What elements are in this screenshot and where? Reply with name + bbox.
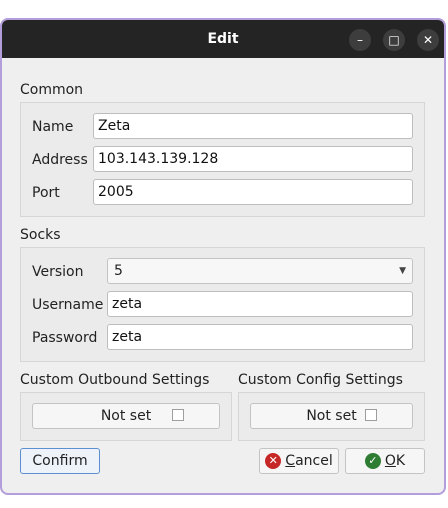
name-field[interactable] (93, 113, 413, 139)
ok-label-mnemonic: O (384, 453, 396, 469)
cancel-icon: ✕ (265, 453, 282, 469)
config-settings-label: Not set (306, 408, 357, 424)
outbound-settings-button[interactable]: Not set (32, 403, 220, 429)
outbound-section-title: Custom Outbound Settings (20, 372, 210, 388)
confirm-label: Confirm (32, 453, 88, 469)
password-label: Password (32, 330, 98, 346)
socks-section-title: Socks (20, 227, 61, 243)
version-select[interactable]: 5 ▼ (107, 258, 413, 284)
common-section-title: Common (20, 82, 84, 98)
cancel-label-mnemonic: C (285, 453, 296, 469)
address-field[interactable] (93, 146, 413, 172)
minimize-button[interactable]: – (349, 29, 371, 51)
maximize-button[interactable]: □ (383, 29, 405, 51)
name-label: Name (32, 119, 74, 135)
password-field[interactable] (107, 324, 413, 350)
edit-dialog: Edit – □ ✕ Common Name Address Port Sock… (0, 18, 446, 495)
ok-label-rest: K (395, 453, 406, 469)
port-label: Port (32, 185, 60, 201)
address-label: Address (32, 152, 88, 168)
config-set-checkbox[interactable] (365, 409, 377, 421)
chevron-down-icon: ▼ (399, 266, 406, 276)
username-label: Username (32, 297, 104, 313)
confirm-button[interactable]: Confirm (20, 448, 100, 474)
config-section-title: Custom Config Settings (238, 372, 403, 388)
cancel-label-rest: ancel (295, 453, 333, 469)
config-settings-button[interactable]: Not set (250, 403, 413, 429)
close-button[interactable]: ✕ (417, 29, 439, 51)
port-field[interactable] (93, 179, 413, 205)
ok-button[interactable]: ✓ OK (345, 448, 425, 474)
checkmark-icon: ✓ (364, 453, 381, 469)
window-title: Edit (207, 31, 239, 47)
outbound-settings-label: Not set (100, 408, 152, 424)
username-field[interactable] (107, 291, 413, 317)
outbound-set-checkbox[interactable] (172, 409, 184, 421)
title-bar: Edit – □ ✕ (2, 20, 444, 58)
version-select-value: 5 (114, 263, 123, 279)
cancel-button[interactable]: ✕ Cancel (259, 448, 339, 474)
version-label: Version (32, 264, 84, 280)
